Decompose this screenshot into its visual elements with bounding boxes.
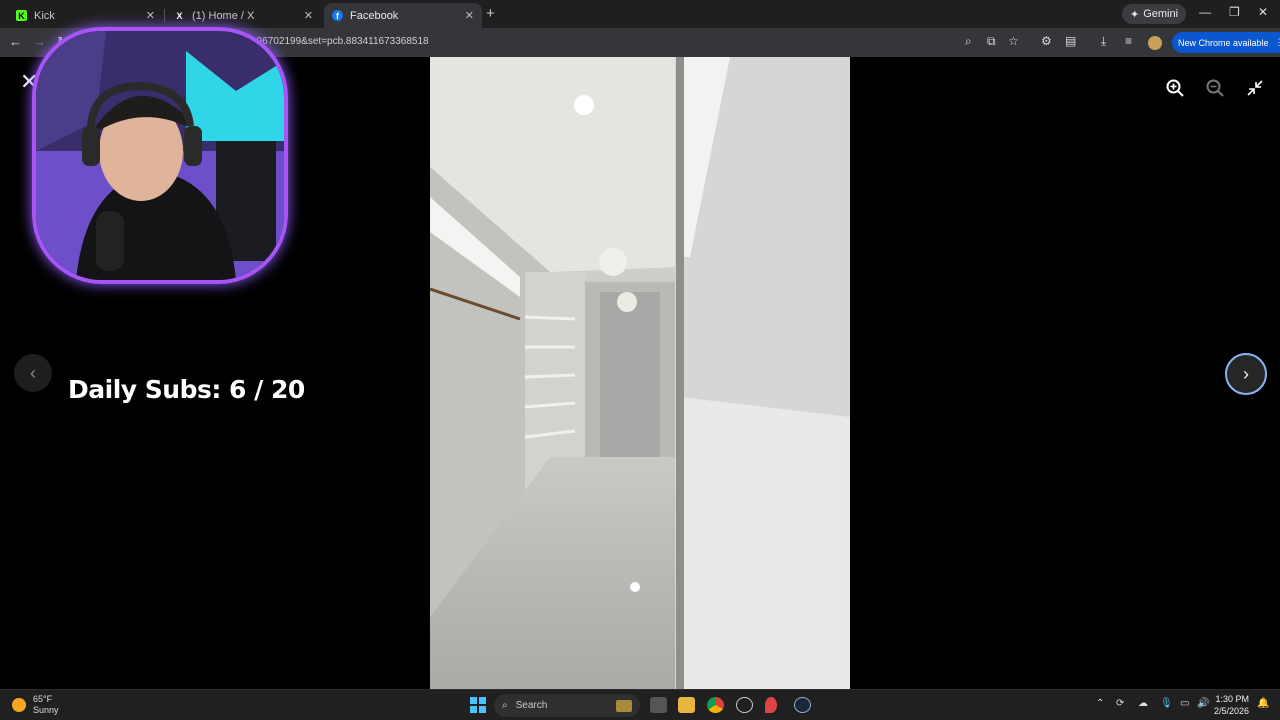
taskbar: 65°F Sunny ⌕ Search ⌃ ⟳ ☁ 🎙 ▭ 🔊 1:30 PM … [0,689,1280,720]
chevron-right-icon: › [1243,363,1249,384]
install-app-icon[interactable]: ⧉ [987,34,996,49]
cloud-icon[interactable]: ☁ [1138,698,1148,709]
x-icon: X [176,10,183,21]
microphone-icon[interactable]: 🎙 [1160,698,1173,709]
profile-avatar-icon[interactable] [1148,36,1162,50]
webcam-feed [36,31,284,280]
streamer-webcam [32,27,288,284]
update-chrome-label: New Chrome available [1178,37,1269,48]
daily-subs-overlay: Daily Subs: 6 / 20 [68,375,305,404]
network-icon[interactable]: ▭ [1180,698,1189,709]
side-panel-icon[interactable]: ▤ [1065,34,1076,48]
tab-facebook[interactable]: f Facebook ✕ [324,3,482,28]
tab-x[interactable]: X (1) Home / X ✕ [166,3,321,28]
more-menu-icon[interactable]: ⋮ [1275,37,1280,48]
tab-kick[interactable]: K Kick ✕ [8,3,163,28]
search-label: Search [515,700,548,711]
zoom-in-button[interactable] [1162,75,1188,101]
forward-icon[interactable]: → [33,34,46,49]
search-highlight-icon [616,699,632,712]
weather-temp: 65°F [33,694,53,704]
zoom-in-icon [1166,79,1184,97]
chevron-left-icon: ‹ [30,362,36,383]
windows-logo-tile [479,706,486,713]
clock-time: 1:30 PM [1215,694,1250,704]
notification-bell-icon[interactable]: 🔔 [1257,698,1269,709]
tab-bar: K Kick ✕ X (1) Home / X ✕ f Facebook ✕ +… [0,0,1280,28]
update-chrome-button[interactable]: New Chrome available ⋮ [1172,32,1280,53]
clock-date: 2/5/2026 [1214,706,1250,716]
tab-label: Kick [34,9,55,22]
close-tab-icon[interactable]: ✕ [146,9,155,22]
windows-logo-tile [479,697,486,704]
gemini-label: Gemini [1143,8,1179,20]
chevron-up-icon[interactable]: ⌃ [1096,698,1104,709]
sync-icon[interactable]: ⟳ [1116,698,1124,709]
sparkle-icon: ✦ [1130,8,1140,21]
download-icon[interactable]: ⤓ [1101,34,1106,49]
windows-logo-tile [470,706,477,713]
back-icon[interactable]: ← [9,34,22,49]
kick-icon: K [16,10,27,21]
zoom-icon[interactable]: ⌕ [965,34,972,49]
window-close-icon[interactable]: ✕ [1258,5,1268,19]
tab-label: Facebook [350,9,399,22]
obs-icon[interactable] [736,697,753,713]
facebook-icon: f [332,10,343,21]
taskbar-search[interactable]: ⌕ Search [494,694,640,717]
windows-logo-tile [470,697,477,704]
reading-list-icon[interactable]: ≡ [1125,34,1132,48]
tab-separator [164,9,165,22]
zoom-out-button[interactable] [1202,75,1228,101]
extensions-icon[interactable]: ⚙ [1041,34,1052,48]
exit-fullscreen-button[interactable] [1242,75,1268,101]
chrome-icon[interactable] [707,697,724,713]
restore-icon[interactable]: ❐ [1229,5,1240,19]
minimize-icon[interactable]: — [1199,5,1211,19]
previous-photo-button[interactable]: ‹ [14,354,52,392]
weather-widget[interactable]: 65°F Sunny [12,694,59,716]
volume-icon[interactable]: 🔊 [1197,698,1209,709]
address-bar[interactable]: 08196702199&set=pcb.883411673368518 [240,36,429,47]
bookmark-star-icon[interactable]: ☆ [1008,34,1019,48]
weather-desc: Sunny [33,705,59,715]
sun-icon [12,698,26,712]
system-clock[interactable]: 1:30 PM 2/5/2026 [1214,693,1249,717]
search-icon: ⌕ [502,700,508,711]
close-tab-icon[interactable]: ✕ [465,9,474,22]
map-pin-app-icon[interactable] [765,697,777,713]
steam-icon[interactable] [794,697,811,713]
closet-photo [430,57,850,689]
new-tab-button[interactable]: + [486,5,495,22]
collapse-icon [1247,80,1263,96]
zoom-out-icon [1206,79,1224,97]
gemini-button[interactable]: ✦ Gemini [1122,4,1187,24]
next-photo-button[interactable]: › [1225,353,1267,395]
photo [430,57,850,689]
task-view-icon[interactable] [650,697,667,713]
close-tab-icon[interactable]: ✕ [304,9,313,22]
file-explorer-icon[interactable] [678,697,695,713]
tab-label: (1) Home / X [192,9,255,22]
start-button[interactable] [470,697,486,713]
